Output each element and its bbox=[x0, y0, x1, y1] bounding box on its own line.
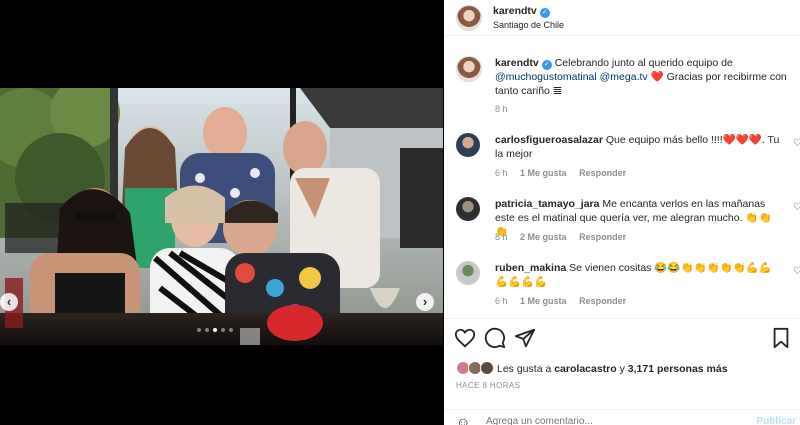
post-actions: Les gusta a carolacastro y 3,171 persona… bbox=[444, 318, 800, 425]
comment-bar: ☺ Publicar bbox=[444, 409, 800, 425]
chevron-right-icon: › bbox=[422, 294, 428, 309]
comment-input[interactable] bbox=[486, 416, 618, 425]
author-handle[interactable]: karendtv bbox=[493, 5, 537, 17]
author-handle-row: karendtv ✓ bbox=[493, 5, 550, 18]
liker-avatar[interactable] bbox=[480, 361, 494, 375]
commenter-avatar[interactable] bbox=[456, 133, 480, 157]
publish-button[interactable]: Publicar bbox=[757, 416, 796, 425]
comment-author[interactable]: ruben_makina bbox=[495, 262, 566, 274]
comment-author[interactable]: carlosfigueroasalazar bbox=[495, 134, 603, 146]
likes-mid: y bbox=[619, 363, 625, 375]
carousel-dot bbox=[221, 328, 225, 332]
heart-icon[interactable]: ♡ bbox=[793, 138, 800, 149]
caption-text: karendtv ✓ Celebrando junto al querido eq… bbox=[495, 56, 790, 98]
commenter-avatar[interactable] bbox=[456, 261, 480, 285]
author-avatar[interactable] bbox=[456, 5, 482, 31]
post-header: karendtv ✓ Santiago de Chile bbox=[444, 0, 800, 36]
comment-text: ruben_makina Se vienen cositas 😂😂👏👏👏👏👏💪💪… bbox=[495, 261, 784, 289]
comment-meta: 6 h 1 Me gusta Responder bbox=[495, 168, 636, 178]
comment-author[interactable]: patricia_tamayo_jara bbox=[495, 198, 599, 210]
mention-link[interactable]: @mega.tv bbox=[600, 71, 648, 83]
smiley-face-icon[interactable]: ☺ bbox=[456, 414, 470, 425]
comment-text: carlosfigueroasalazar Que equipo más bel… bbox=[495, 133, 784, 161]
reply-button[interactable]: Responder bbox=[579, 232, 626, 242]
heart-icon[interactable]: ♡ bbox=[793, 202, 800, 213]
bookmark-icon[interactable] bbox=[770, 327, 792, 349]
post-location[interactable]: Santiago de Chile bbox=[493, 20, 564, 30]
caption-text-start: Celebrando junto al querido equipo de bbox=[554, 57, 733, 69]
caption-author[interactable]: karendtv bbox=[495, 57, 539, 69]
likes-count[interactable]: 3,171 personas más bbox=[628, 363, 728, 375]
carousel-next-button[interactable]: › bbox=[416, 293, 434, 311]
reply-button[interactable]: Responder bbox=[579, 168, 626, 178]
post-timestamp[interactable]: HACE 8 HORAS bbox=[456, 381, 520, 390]
caption-avatar[interactable] bbox=[456, 56, 482, 82]
post-sidebar: karendtv ✓ Santiago de Chile karendtv ✓ Ce… bbox=[444, 0, 800, 425]
commenter-avatar[interactable] bbox=[456, 197, 480, 221]
post-photo[interactable]: ‹ › bbox=[0, 88, 443, 345]
reply-button[interactable]: Responder bbox=[579, 296, 626, 306]
comment-meta: 8 h 2 Me gusta Responder bbox=[495, 232, 636, 242]
comment-likes[interactable]: 1 Me gusta bbox=[520, 168, 567, 178]
mention-link[interactable]: @muchogustomatinal bbox=[495, 71, 597, 83]
carousel-indicator bbox=[197, 328, 233, 332]
comment-time[interactable]: 6 h bbox=[495, 296, 508, 306]
likes-summary: Les gusta a carolacastro y 3,171 persona… bbox=[497, 363, 728, 375]
carousel-dot-active bbox=[213, 328, 217, 332]
comment-time[interactable]: 8 h bbox=[495, 232, 508, 242]
comment-meta: 6 h 1 Me gusta Responder bbox=[495, 296, 636, 306]
carousel-dot bbox=[229, 328, 233, 332]
likes-user[interactable]: carolacastro bbox=[554, 363, 616, 375]
carousel-prev-button[interactable]: ‹ bbox=[0, 293, 18, 311]
paper-plane-icon[interactable] bbox=[514, 327, 536, 349]
comment-likes[interactable]: 1 Me gusta bbox=[520, 296, 567, 306]
comment-likes[interactable]: 2 Me gusta bbox=[520, 232, 567, 242]
chevron-left-icon: ‹ bbox=[6, 294, 12, 309]
carousel-dot bbox=[205, 328, 209, 332]
comment-time[interactable]: 6 h bbox=[495, 168, 508, 178]
caption-timestamp[interactable]: 8 h bbox=[495, 104, 508, 114]
verified-icon: ✓ bbox=[541, 60, 552, 70]
verified-icon: ✓ bbox=[539, 8, 550, 18]
carousel-dot bbox=[197, 328, 201, 332]
heart-icon[interactable]: ♡ bbox=[793, 266, 800, 277]
comment-bubble-icon[interactable] bbox=[484, 327, 506, 349]
group-photo bbox=[0, 88, 443, 345]
caption-time: 8 h bbox=[495, 104, 518, 114]
instagram-post-view: ‹ › karendtv ✓ Santiago de Chile karendtv… bbox=[0, 0, 800, 425]
likes-prefix: Les gusta a bbox=[497, 363, 552, 375]
heart-outline-icon[interactable] bbox=[454, 327, 476, 349]
